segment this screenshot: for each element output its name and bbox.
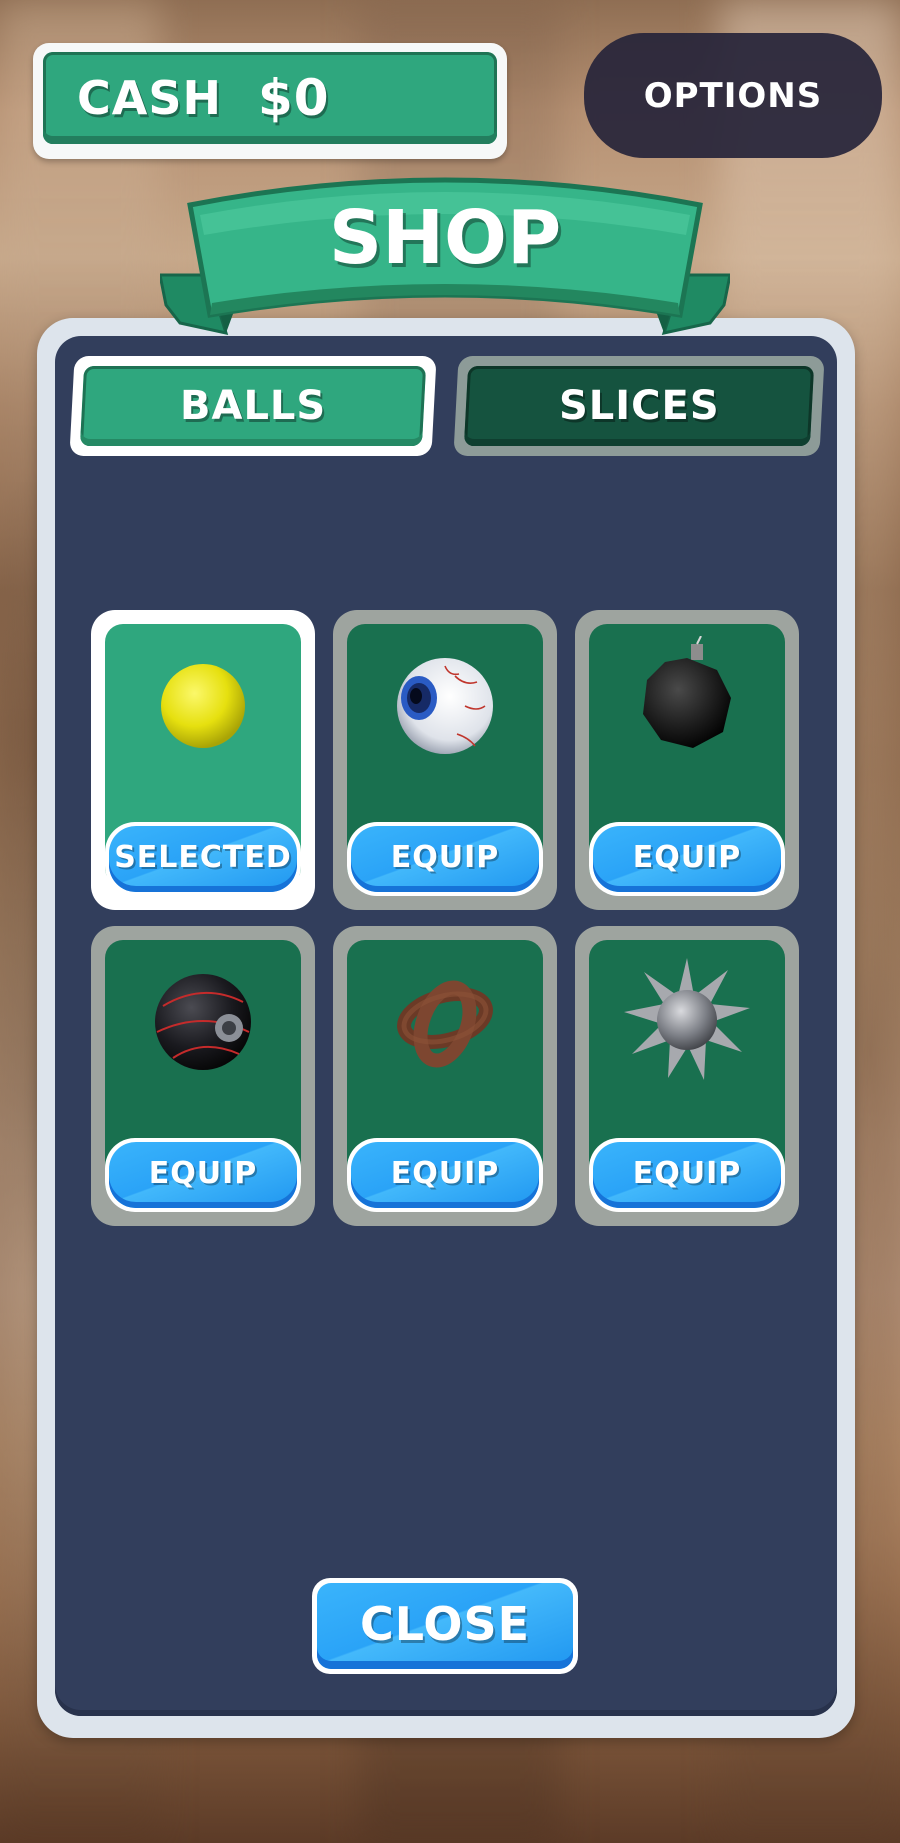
shop-item-card[interactable]: EQUIP: [575, 610, 799, 910]
cash-display: CASH $0: [33, 43, 507, 159]
equip-button-label: EQUIP: [390, 839, 500, 875]
equip-button-face: EQUIP: [351, 826, 539, 892]
selected-button[interactable]: SELECTED: [105, 822, 301, 896]
options-button[interactable]: OPTIONS: [584, 33, 882, 158]
black-red-ball-icon: [155, 974, 251, 1070]
cash-value: $0: [258, 69, 330, 127]
equip-button-face: EQUIP: [109, 1142, 297, 1208]
tab-balls[interactable]: BALLS: [69, 356, 437, 456]
cash-label: CASH: [77, 71, 222, 125]
shop-item-card[interactable]: SELECTED: [91, 610, 315, 910]
cash-display-face: CASH $0: [43, 52, 497, 144]
shop-item-card[interactable]: EQUIP: [333, 926, 557, 1226]
equip-button[interactable]: EQUIP: [347, 1138, 543, 1212]
equip-button-face: EQUIP: [351, 1142, 539, 1208]
bomb-icon: [643, 636, 731, 748]
close-button-label: CLOSE: [359, 1597, 531, 1651]
equip-button-label: EQUIP: [390, 1155, 500, 1191]
selected-button-label: SELECTED: [114, 839, 292, 875]
knot-icon: [397, 980, 493, 1068]
equip-button[interactable]: EQUIP: [347, 822, 543, 896]
options-label: OPTIONS: [643, 75, 823, 116]
tab-slices-face: SLICES: [463, 366, 815, 446]
equip-button-face: EQUIP: [593, 1142, 781, 1208]
shop-item-card[interactable]: EQUIP: [575, 926, 799, 1226]
spiked-ball-icon: [624, 958, 750, 1080]
shop-title: SHOP: [328, 195, 562, 281]
shop-banner: SHOP: [160, 175, 730, 335]
tab-slices[interactable]: SLICES: [453, 356, 825, 456]
equip-button-face: EQUIP: [593, 826, 781, 892]
close-button-face: CLOSE: [317, 1583, 573, 1669]
yellow-ball-icon: [161, 664, 245, 748]
shop-item-card[interactable]: EQUIP: [91, 926, 315, 1226]
selected-button-face: SELECTED: [109, 826, 297, 892]
equip-button-label: EQUIP: [632, 839, 742, 875]
equip-button[interactable]: EQUIP: [589, 1138, 785, 1212]
equip-button-label: EQUIP: [632, 1155, 742, 1191]
tab-balls-face: BALLS: [79, 366, 427, 446]
tab-slices-label: SLICES: [558, 383, 720, 429]
eyeball-icon: [397, 658, 493, 754]
shop-item-card[interactable]: EQUIP: [333, 610, 557, 910]
tab-balls-label: BALLS: [179, 383, 327, 429]
equip-button-label: EQUIP: [148, 1155, 258, 1191]
equip-button[interactable]: EQUIP: [105, 1138, 301, 1212]
close-button[interactable]: CLOSE: [312, 1578, 578, 1674]
equip-button[interactable]: EQUIP: [589, 822, 785, 896]
